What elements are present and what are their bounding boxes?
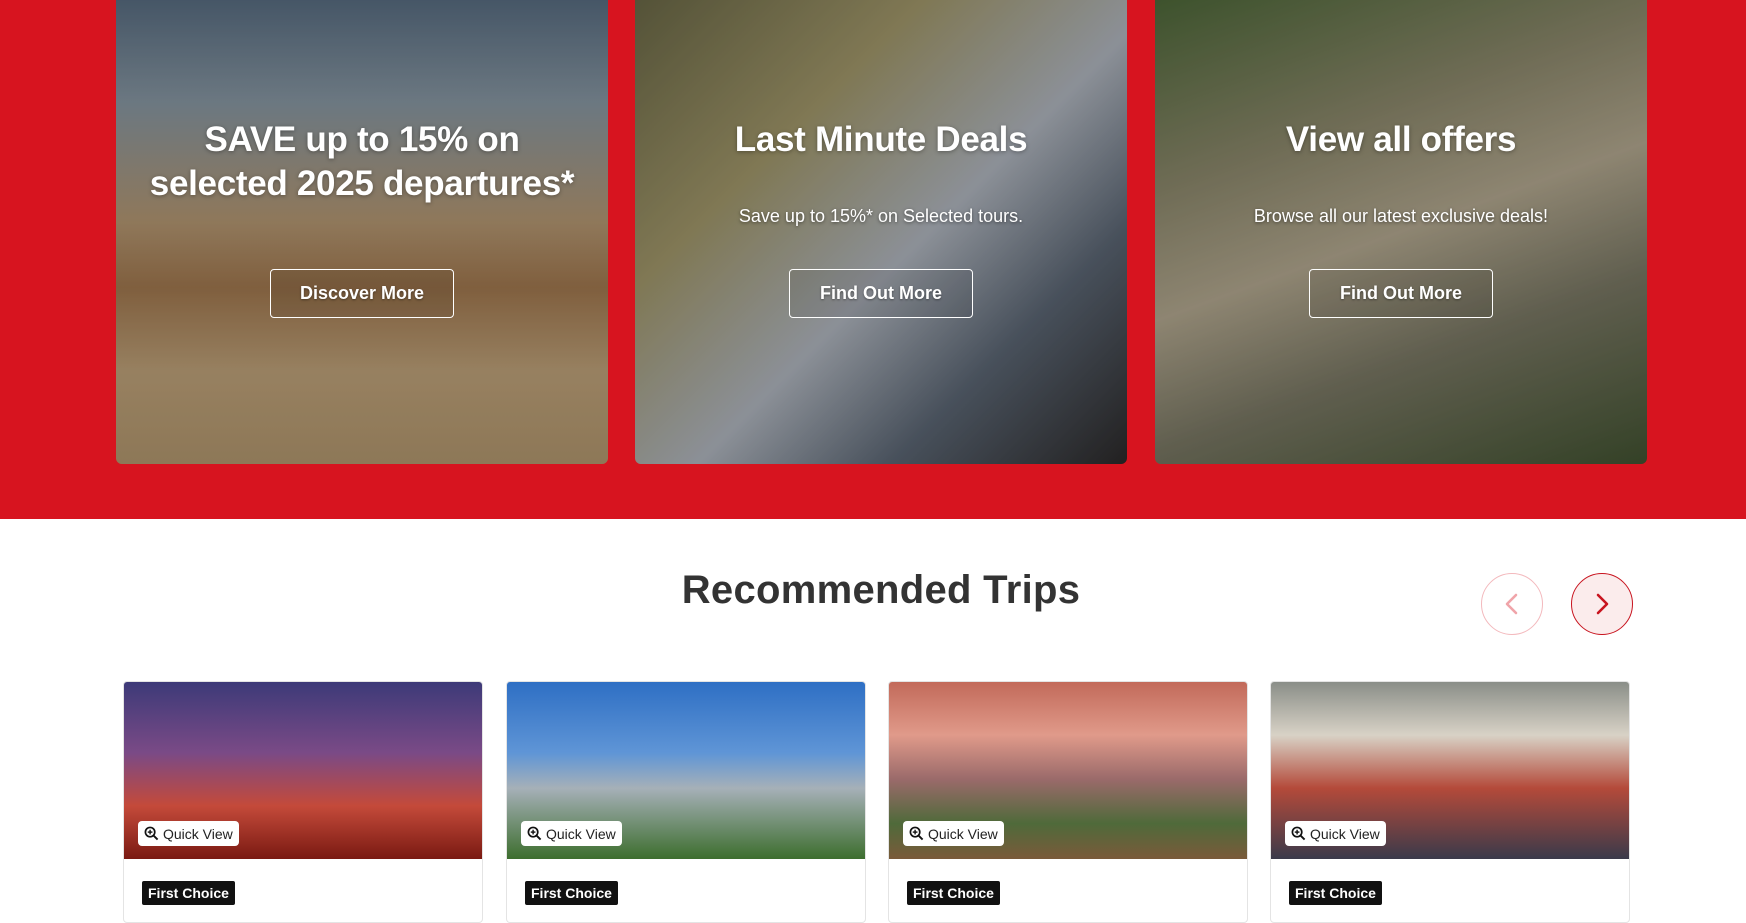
find-out-more-button[interactable]: Find Out More (789, 269, 973, 318)
promo-card-save[interactable]: SAVE up to 15% on selected 2025 departur… (116, 0, 608, 464)
promo-banner-section: SAVE up to 15% on selected 2025 departur… (0, 0, 1746, 519)
promo-card-all-offers[interactable]: View all offers Browse all our latest ex… (1155, 0, 1647, 464)
quick-view-label: Quick View (163, 825, 233, 842)
quick-view-label: Quick View (928, 825, 998, 842)
carousel-prev-button[interactable] (1481, 573, 1543, 635)
quick-view-label: Quick View (546, 825, 616, 842)
first-choice-badge: First Choice (907, 881, 1000, 905)
find-out-more-button[interactable]: Find Out More (1309, 269, 1493, 318)
promo-subtitle: Save up to 15%* on Selected tours. (738, 206, 1024, 226)
trip-card[interactable]: Quick View First Choice (888, 681, 1248, 923)
first-choice-badge: First Choice (142, 881, 235, 905)
quick-view-button[interactable]: Quick View (1285, 821, 1386, 846)
quick-view-label: Quick View (1310, 825, 1380, 842)
discover-more-button[interactable]: Discover More (270, 269, 454, 318)
promo-title: View all offers (1285, 120, 1517, 159)
trip-card[interactable]: Quick View First Choice (506, 681, 866, 923)
quick-view-button[interactable]: Quick View (903, 821, 1004, 846)
promo-subtitle: Browse all our latest exclusive deals! (1253, 206, 1549, 226)
zoom-in-icon (144, 826, 159, 841)
zoom-in-icon (527, 826, 542, 841)
chevron-right-icon (1596, 593, 1609, 615)
trip-card[interactable]: Quick View First Choice (1270, 681, 1630, 923)
promo-card-last-minute[interactable]: Last Minute Deals Save up to 15%* on Sel… (635, 0, 1127, 464)
zoom-in-icon (909, 826, 924, 841)
chevron-left-icon (1505, 593, 1518, 615)
promo-title: SAVE up to 15% on selected 2025 departur… (149, 120, 575, 203)
promo-title: Last Minute Deals (734, 120, 1028, 159)
carousel-next-button[interactable] (1571, 573, 1633, 635)
first-choice-badge: First Choice (1289, 881, 1382, 905)
zoom-in-icon (1291, 826, 1306, 841)
quick-view-button[interactable]: Quick View (138, 821, 239, 846)
trip-card[interactable]: Quick View First Choice (123, 681, 483, 923)
first-choice-badge: First Choice (525, 881, 618, 905)
quick-view-button[interactable]: Quick View (521, 821, 622, 846)
